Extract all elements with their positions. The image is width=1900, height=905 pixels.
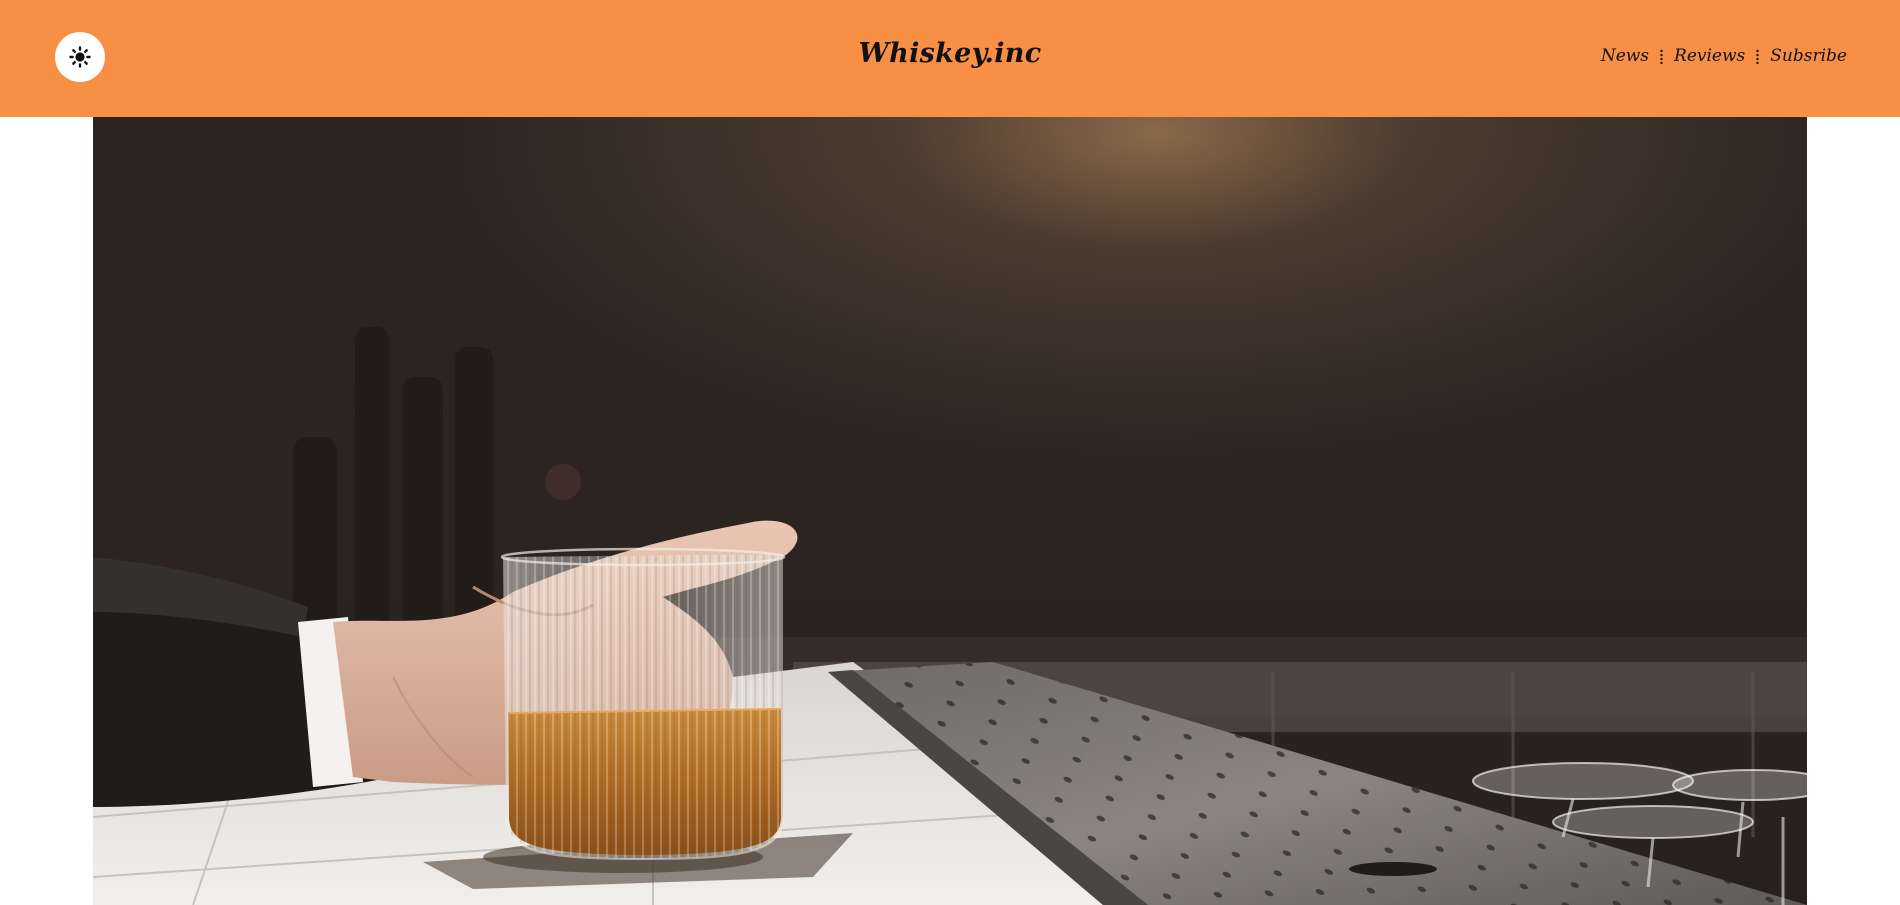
main-nav: News Reviews Subsribe	[1601, 46, 1847, 66]
whiskey-bar-photo	[93, 117, 1807, 905]
site-header: Whiskey.inc News Reviews Subsribe	[0, 0, 1900, 117]
nav-link-reviews[interactable]: Reviews	[1674, 46, 1745, 66]
nav-separator	[1756, 48, 1760, 64]
brand-title[interactable]: Whiskey.inc	[859, 38, 1042, 69]
theme-toggle-button[interactable]	[55, 32, 105, 82]
nav-link-subscribe[interactable]: Subsribe	[1770, 46, 1847, 66]
nav-separator	[1660, 48, 1664, 64]
nav-link-news[interactable]: News	[1601, 46, 1649, 66]
hero-image	[93, 117, 1807, 905]
sun-icon	[69, 46, 91, 68]
